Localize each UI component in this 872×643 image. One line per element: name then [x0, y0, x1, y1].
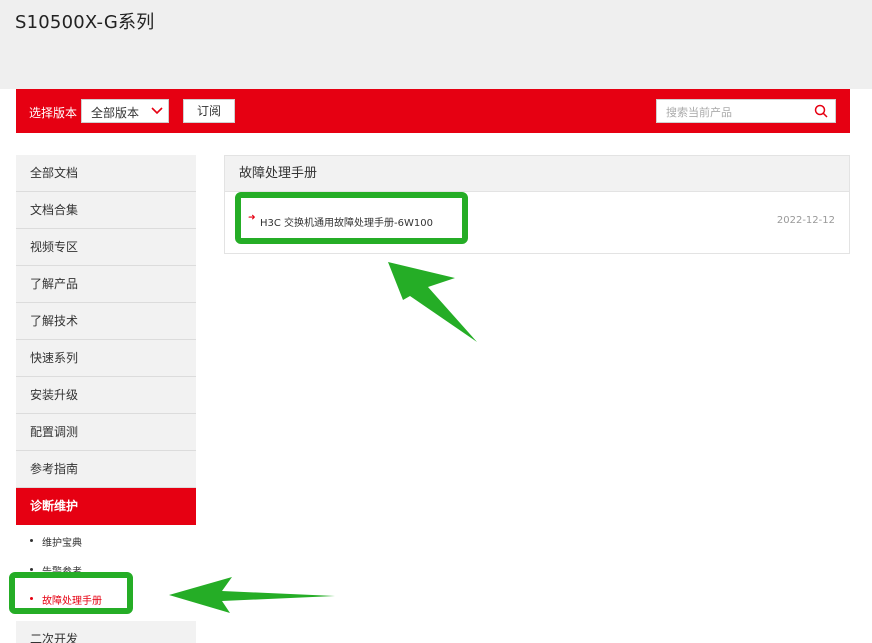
arrow-left-icon — [169, 577, 335, 613]
arrow-up-left-icon — [388, 262, 477, 342]
annotation-arrows — [169, 262, 477, 613]
